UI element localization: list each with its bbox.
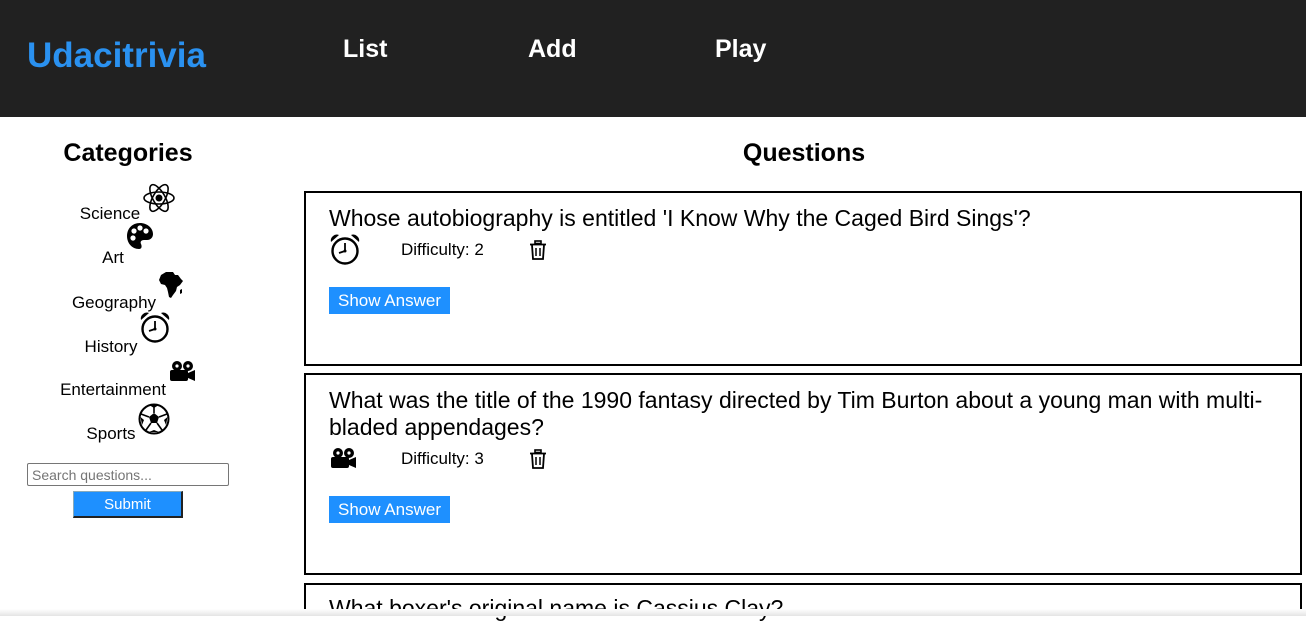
category-item-art[interactable]: Art: [0, 223, 256, 269]
top-nav-bar: Udacitrivia List Add Play: [0, 0, 1306, 117]
brand-logo-link[interactable]: Udacitrivia: [27, 36, 206, 76]
category-label: Entertainment: [60, 380, 166, 399]
alarm-clock-icon: [139, 311, 171, 348]
questions-heading: Questions: [742, 139, 866, 167]
category-item-geography[interactable]: Geography: [0, 271, 256, 314]
search-input[interactable]: [27, 463, 229, 486]
question-text: Whose autobiography is entitled 'I Know …: [329, 205, 1031, 231]
category-item-entertainment[interactable]: Entertainment: [0, 361, 256, 401]
difficulty-label: Difficulty: 3: [401, 449, 484, 468]
question-card: Whose autobiography is entitled 'I Know …: [304, 191, 1302, 366]
africa-icon: [158, 271, 184, 304]
nav-play-link[interactable]: Play: [715, 34, 766, 64]
submit-button[interactable]: Submit: [73, 491, 183, 518]
film-camera-icon: [329, 447, 357, 476]
palette-icon: [126, 222, 154, 255]
category-item-science[interactable]: Science: [0, 182, 256, 225]
trash-icon[interactable]: [529, 449, 547, 474]
trash-icon[interactable]: [529, 240, 547, 265]
category-item-history[interactable]: History: [0, 312, 256, 358]
atom-icon: [142, 182, 176, 219]
category-label: Art: [102, 248, 124, 267]
category-label: Sports: [86, 424, 136, 443]
nav-list-link[interactable]: List: [343, 34, 387, 64]
difficulty-label: Difficulty: 2: [401, 240, 484, 259]
alarm-clock-icon: [329, 233, 361, 270]
soccer-ball-icon: [138, 403, 170, 440]
question-card: What was the title of the 1990 fantasy d…: [304, 373, 1302, 575]
show-answer-button[interactable]: Show Answer: [329, 496, 450, 523]
show-answer-button[interactable]: Show Answer: [329, 287, 450, 314]
category-item-sports[interactable]: Sports: [0, 403, 256, 445]
question-text: What was the title of the 1990 fantasy d…: [329, 387, 1263, 440]
categories-heading: Categories: [63, 139, 193, 167]
viewport-bottom-edge: [0, 609, 1306, 616]
nav-add-link[interactable]: Add: [528, 34, 577, 64]
category-label: History: [84, 337, 138, 356]
question-meta: Difficulty: 3: [329, 447, 629, 481]
film-camera-icon: [168, 360, 196, 389]
question-meta: Difficulty: 2: [329, 233, 629, 267]
